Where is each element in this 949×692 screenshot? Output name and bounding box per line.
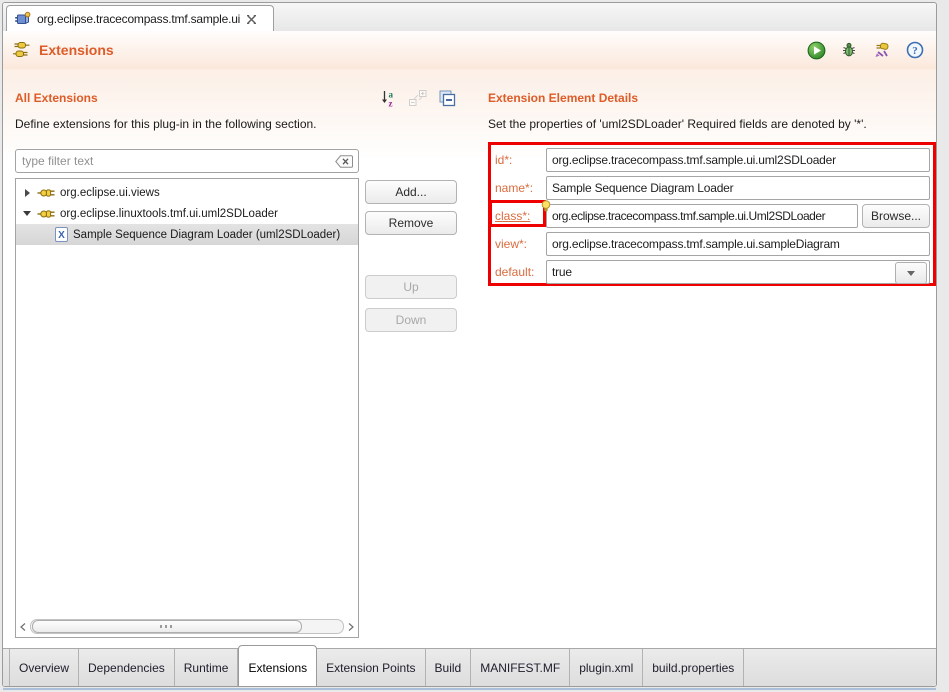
tab-manifest-mf[interactable]: MANIFEST.MF [471,649,570,686]
default-label: default: [495,265,534,279]
editor-tab-title: org.eclipse.tracecompass.tmf.sample.ui [37,12,240,26]
tree-row-label: Sample Sequence Diagram Loader (uml2SDLo… [73,229,340,241]
editor-tab-bar: org.eclipse.tracecompass.tmf.sample.ui [3,3,936,32]
tree-row-label: org.eclipse.linuxtools.tmf.ui.uml2SDLoad… [60,208,278,220]
eclipse-window: org.eclipse.tracecompass.tmf.sample.ui [0,0,949,692]
extension-icon [37,208,55,220]
add-button[interactable]: Add... [365,180,457,204]
tab-extension-points[interactable]: Extension Points [317,649,425,686]
id-field-row: id*: [495,148,512,172]
class-input[interactable] [546,204,858,228]
all-extensions-description: Define extensions for this plug-in in th… [15,117,317,131]
details-section-header: Extension Element Details [488,89,936,107]
name-input[interactable] [546,176,930,200]
tab-build-properties[interactable]: build.properties [643,649,744,686]
browse-button[interactable]: Browse... [862,204,930,228]
tree-row[interactable]: org.eclipse.linuxtools.tmf.ui.uml2SDLoad… [16,203,358,224]
svg-text:z: z [389,99,393,108]
all-extensions-toolbar: a z [381,89,456,107]
default-combo[interactable] [546,260,930,284]
svg-text:?: ? [912,45,918,57]
combo-dropdown-icon[interactable] [895,262,927,284]
editor-tab[interactable]: org.eclipse.tracecompass.tmf.sample.ui [6,5,274,32]
id-input[interactable] [546,148,930,172]
run-icon[interactable] [805,39,827,61]
class-label-link[interactable]: class*: [495,209,530,223]
details-description: Set the properties of 'uml2SDLoader' Req… [488,117,936,131]
close-icon[interactable] [246,14,257,25]
xml-element-icon: X [55,227,68,242]
view-field-row: view*: [495,232,527,256]
window-bottom-accent [3,688,936,690]
default-combo-input[interactable] [546,260,930,284]
filter-input[interactable] [16,154,335,168]
tree-horizontal-scrollbar[interactable] [18,619,356,634]
tab-dependencies[interactable]: Dependencies [79,649,175,686]
chevron-down-icon[interactable] [21,211,33,216]
extensions-tree[interactable]: org.eclipse.ui.views org.eclipse.linuxto… [15,178,359,638]
id-label: id*: [495,153,512,167]
plugin-tools-icon[interactable] [871,39,893,61]
help-icon[interactable]: ? [904,39,926,61]
collapse-all-icon[interactable] [439,90,456,107]
class-field-row: class*: [495,204,530,228]
all-extensions-section-header: All Extensions a z [15,89,456,107]
scrollbar-track[interactable] [30,619,344,634]
header-toolbar: ? [805,31,926,69]
svg-text:X: X [58,230,65,241]
scroll-right-icon[interactable] [346,623,356,631]
down-button[interactable]: Down [365,308,457,332]
filter-box [15,149,359,173]
page-title: Extensions [39,42,114,58]
all-extensions-title: All Extensions [15,91,98,105]
remove-button[interactable]: Remove [365,211,457,235]
scroll-left-icon[interactable] [18,623,28,631]
tab-extensions[interactable]: Extensions [238,645,317,686]
sort-alphabetically-icon[interactable]: a z [381,89,397,107]
bottom-tab-bar: Overview Dependencies Runtime Extensions… [3,648,936,686]
extension-icon [37,187,55,199]
tree-row-label: org.eclipse.ui.views [60,187,160,199]
lightbulb-icon [541,200,551,212]
tab-overview[interactable]: Overview [9,649,79,686]
name-field-row: name*: [495,176,533,200]
tree-row[interactable]: org.eclipse.ui.views [16,182,358,203]
form-header: Extensions [3,31,936,70]
plugin-icon [15,11,31,27]
details-title: Extension Element Details [488,91,638,105]
editor-area: org.eclipse.tracecompass.tmf.sample.ui [2,2,937,687]
tab-runtime[interactable]: Runtime [175,649,239,686]
tab-plugin-xml[interactable]: plugin.xml [570,649,643,686]
tree-row-selected[interactable]: X Sample Sequence Diagram Loader (uml2SD… [16,224,358,245]
debug-icon[interactable] [838,39,860,61]
view-label: view*: [495,237,527,251]
up-button[interactable]: Up [365,275,457,299]
name-label: name*: [495,181,533,195]
tab-build[interactable]: Build [426,649,472,686]
default-field-row: default: [495,260,534,284]
chevron-right-icon[interactable] [21,189,33,197]
form-body: All Extensions a z [3,69,936,648]
clear-filter-icon[interactable] [335,155,353,168]
expand-collapse-icon [409,90,427,106]
scrollbar-thumb[interactable] [32,620,302,633]
view-input[interactable] [546,232,930,256]
extensions-icon [13,41,31,59]
